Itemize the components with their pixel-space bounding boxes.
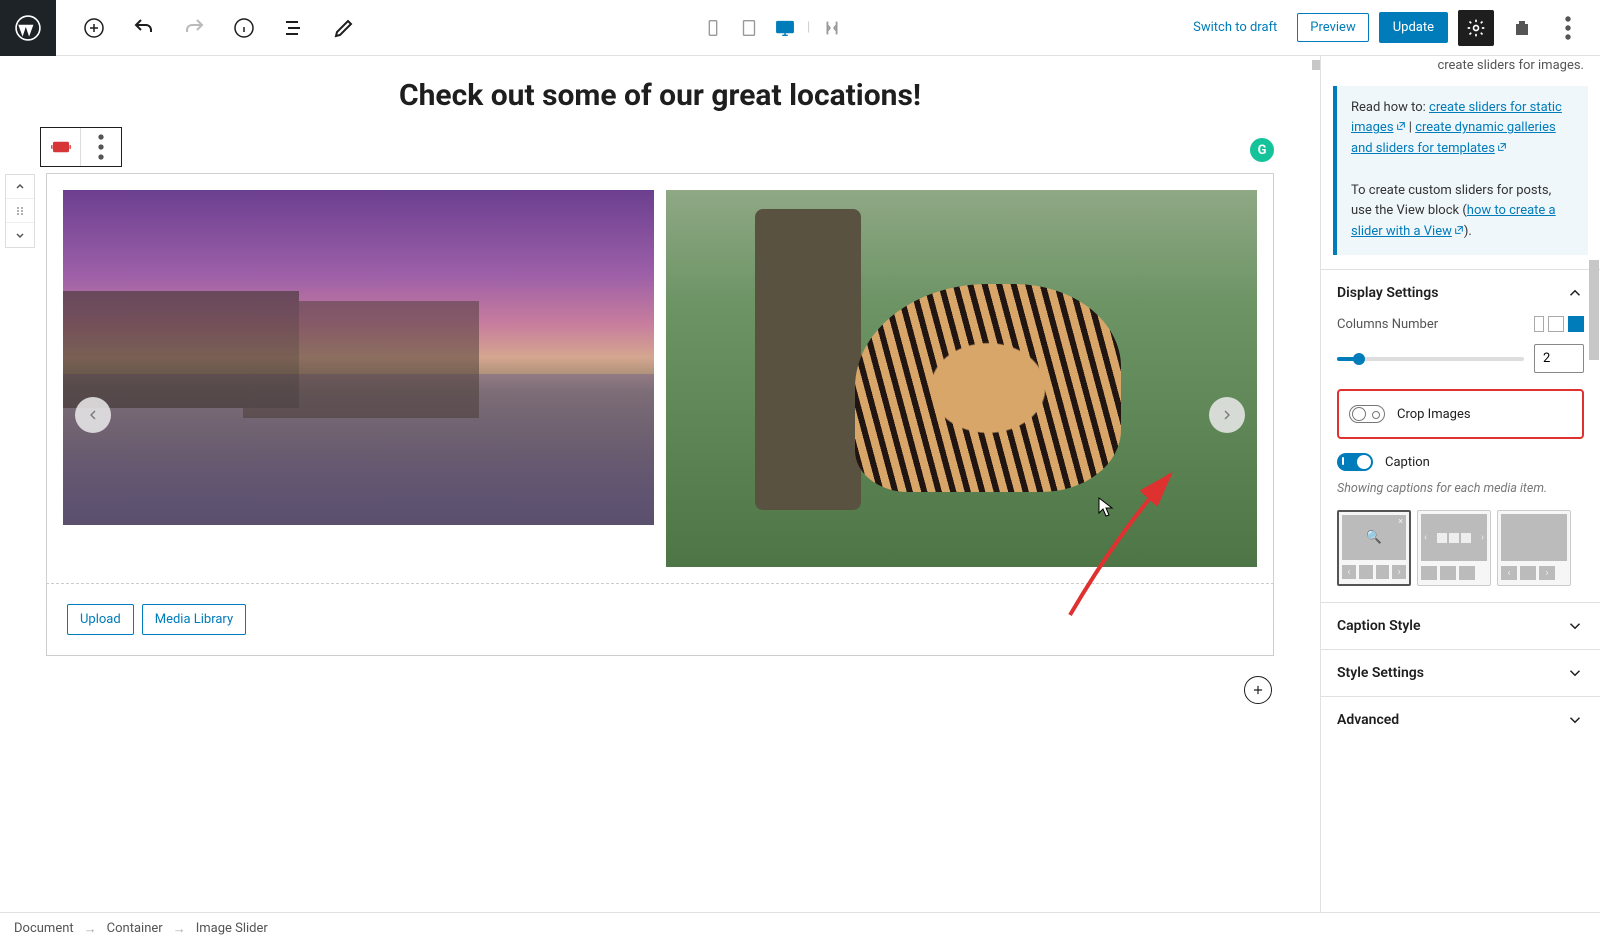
- plugins-icon[interactable]: [1504, 10, 1540, 46]
- mini-desktop-icon[interactable]: [1568, 316, 1584, 332]
- outline-button[interactable]: [276, 10, 312, 46]
- preview-button[interactable]: Preview: [1297, 13, 1368, 42]
- breadcrumb-image-slider[interactable]: Image Slider: [196, 921, 268, 936]
- upload-button[interactable]: Upload: [67, 604, 134, 635]
- add-block-button[interactable]: [76, 10, 112, 46]
- add-block-inline-button[interactable]: [1244, 676, 1272, 704]
- more-options-button[interactable]: [1550, 10, 1586, 46]
- external-link-icon: [1454, 225, 1464, 235]
- drag-handle-icon[interactable]: [6, 199, 34, 223]
- media-library-button[interactable]: Media Library: [142, 604, 246, 635]
- breadcrumb-container[interactable]: Container: [107, 921, 163, 936]
- page-heading[interactable]: Check out some of our great locations!: [20, 78, 1300, 113]
- move-down-button[interactable]: [6, 223, 34, 247]
- info-button[interactable]: [226, 10, 262, 46]
- sidebar-intro-text: create sliders for images.: [1321, 56, 1600, 86]
- device-mobile-icon[interactable]: [699, 14, 727, 42]
- columns-slider[interactable]: [1337, 357, 1524, 361]
- wordpress-logo[interactable]: [0, 0, 56, 56]
- block-type-icon[interactable]: [41, 128, 81, 166]
- device-desktop-icon[interactable]: [771, 14, 799, 42]
- settings-sidebar: create sliders for images. Read how to: …: [1320, 56, 1600, 912]
- undo-button[interactable]: [126, 10, 162, 46]
- chevron-down-icon: [1566, 711, 1584, 729]
- caption-help-text: Showing captions for each media item.: [1337, 481, 1584, 496]
- display-settings-title: Display Settings: [1337, 285, 1438, 301]
- media-upload-area: Upload Media Library: [46, 583, 1274, 656]
- responsive-device-picker[interactable]: [1534, 316, 1584, 332]
- display-settings-panel-toggle[interactable]: Display Settings: [1321, 269, 1600, 316]
- crop-images-toggle[interactable]: [1349, 405, 1385, 423]
- info-box: Read how to: create sliders for static i…: [1333, 86, 1588, 256]
- device-tablet-icon[interactable]: [735, 14, 763, 42]
- info-prefix: Read how to:: [1351, 100, 1429, 115]
- settings-button[interactable]: [1458, 10, 1494, 46]
- slider-next-button[interactable]: [1209, 397, 1245, 433]
- block-options-button[interactable]: [81, 128, 121, 166]
- redo-button: [176, 10, 212, 46]
- chevron-down-icon: [1566, 617, 1584, 635]
- editor-canvas: G Check out some of our great locations!…: [0, 56, 1320, 912]
- switch-to-draft-button[interactable]: Switch to draft: [1183, 14, 1287, 41]
- columns-number-input[interactable]: [1534, 344, 1584, 373]
- chevron-up-icon: [1566, 284, 1584, 302]
- advanced-panel-toggle[interactable]: Advanced: [1321, 696, 1600, 743]
- grammarly-icon[interactable]: G: [1250, 138, 1274, 162]
- crop-images-label: Crop Images: [1397, 407, 1471, 422]
- external-link-icon: [1396, 121, 1406, 131]
- style-settings-panel-toggle[interactable]: Style Settings: [1321, 649, 1600, 696]
- scrollbar[interactable]: [1312, 60, 1320, 70]
- breadcrumb: Document → Container → Image Slider: [0, 912, 1600, 944]
- caption-style-panel-toggle[interactable]: Caption Style: [1321, 602, 1600, 649]
- sidebar-scrollbar[interactable]: [1589, 260, 1599, 360]
- mini-tablet-icon[interactable]: [1548, 316, 1564, 332]
- chevron-down-icon: [1566, 664, 1584, 682]
- thumbnail-layout-picker: ×🔍 ‹› ‹› ‹›: [1337, 510, 1584, 586]
- image-slider-block[interactable]: Upload Media Library: [46, 173, 1274, 656]
- slide-image-2[interactable]: [666, 190, 1257, 567]
- columns-number-label: Columns Number: [1337, 317, 1534, 332]
- caption-label: Caption: [1385, 455, 1430, 470]
- block-mover[interactable]: [5, 174, 35, 248]
- layout-option-1[interactable]: ×🔍 ‹›: [1337, 510, 1411, 586]
- breadcrumb-document[interactable]: Document: [14, 921, 74, 936]
- top-toolbar: | Switch to draft Preview Update: [0, 0, 1600, 56]
- mini-mobile-icon[interactable]: [1534, 316, 1544, 332]
- slide-image-1[interactable]: [63, 190, 654, 525]
- block-toolbar: [40, 127, 122, 167]
- external-link-icon: [1497, 142, 1507, 152]
- layout-option-2[interactable]: ‹›: [1417, 510, 1491, 586]
- caption-toggle[interactable]: [1337, 453, 1373, 471]
- crop-images-highlight: Crop Images: [1337, 389, 1584, 439]
- slider-prev-button[interactable]: [75, 397, 111, 433]
- spacing-icon[interactable]: [818, 14, 846, 42]
- layout-option-3[interactable]: ‹›: [1497, 510, 1571, 586]
- move-up-button[interactable]: [6, 175, 34, 199]
- edit-button[interactable]: [326, 10, 362, 46]
- update-button[interactable]: Update: [1379, 12, 1448, 43]
